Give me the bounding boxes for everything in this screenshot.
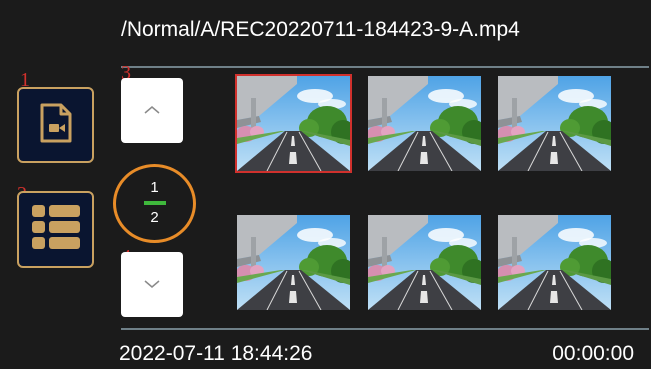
chevron-down-icon [143, 276, 161, 294]
current-page: 1 [150, 179, 159, 196]
video-thumbnail[interactable] [498, 215, 611, 310]
page-separator [144, 201, 166, 205]
video-thumbnail[interactable] [237, 215, 350, 310]
grid-list-icon [30, 202, 82, 257]
page-down-button[interactable] [121, 252, 183, 317]
chevron-up-icon [143, 102, 161, 120]
recording-datetime: 2022-07-11 18:44:26 [119, 342, 313, 365]
page-up-button[interactable] [121, 78, 183, 143]
video-thumbnail[interactable] [235, 74, 352, 173]
video-thumbnail[interactable] [368, 76, 481, 171]
total-pages: 2 [150, 209, 159, 226]
video-thumbnail[interactable] [498, 76, 611, 171]
thumbnail-view-button[interactable] [17, 191, 94, 268]
playback-duration: 00:00:00 [552, 342, 634, 365]
dashcam-playback-screen: /Normal/A/REC20220711-184423-9-A.mp4 1 2… [0, 0, 651, 369]
bottom-divider [121, 328, 649, 330]
file-path-title: /Normal/A/REC20220711-184423-9-A.mp4 [121, 18, 520, 41]
video-file-button[interactable] [17, 87, 94, 163]
page-indicator: 1 2 [113, 164, 196, 243]
video-thumbnail[interactable] [368, 215, 481, 310]
top-divider [121, 66, 649, 68]
video-file-icon [39, 103, 73, 148]
